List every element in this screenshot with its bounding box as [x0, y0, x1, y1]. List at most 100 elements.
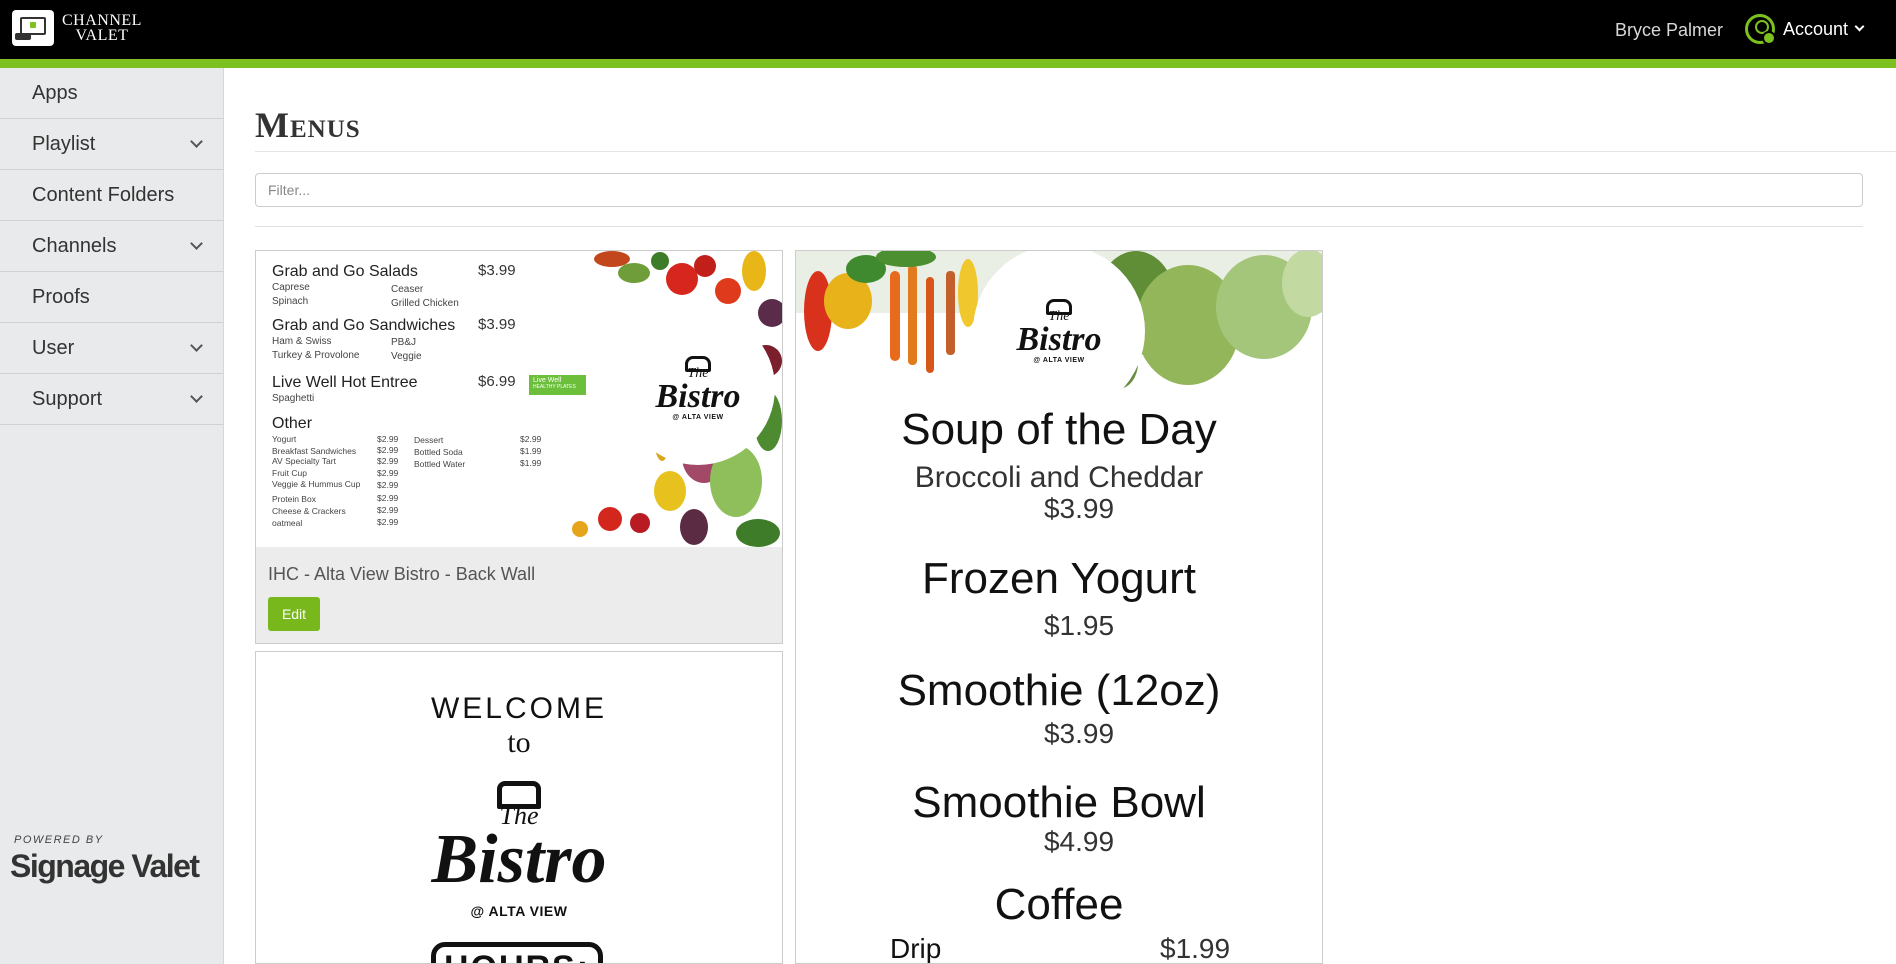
welcome-heading: WELCOME [430, 692, 607, 725]
menu-item: AV Specialty Tart [272, 456, 336, 466]
menu-item-price: $1.99 [1160, 933, 1231, 964]
menu-item-price: $3.99 [1043, 493, 1115, 524]
page-title: Menus [255, 105, 361, 145]
logo-icon [12, 10, 54, 46]
chevron-down-icon [190, 338, 203, 352]
menu-section-title: Live Well Hot Entree [272, 374, 418, 391]
edit-button[interactable]: Edit [268, 597, 320, 631]
sidebar-item-label: Content Folders [32, 183, 175, 206]
menu-item: Spaghetti [272, 393, 315, 404]
chevron-down-icon [190, 236, 203, 250]
menu-item-price: $2.99 [377, 517, 399, 527]
sidebar: Apps Playlist Content Folders Channels P… [0, 68, 224, 964]
chevron-down-icon [1854, 21, 1865, 32]
hours-heading: HOURS: [431, 942, 603, 963]
menu-item: Protein Box [272, 494, 316, 504]
sidebar-item-support[interactable]: Support [0, 374, 223, 425]
sidebar-item-channels[interactable]: Channels [0, 221, 223, 272]
chef-hat-icon [497, 781, 541, 809]
menu-item-price: $1.99 [520, 446, 542, 456]
menu-item: Turkey & Provolone [272, 350, 360, 361]
sidebar-item-label: Channels [32, 234, 117, 257]
divider [255, 226, 1863, 227]
menu-item: Veggie & Hummus Cup [272, 479, 361, 489]
header-accent-stripe [0, 59, 1896, 68]
menu-item-title: Frozen Yogurt [922, 554, 1196, 603]
menu-item-price: $2.99 [377, 456, 399, 466]
powered-by-label: POWERED BY [14, 834, 104, 846]
menu-item: Breakfast Sandwiches [272, 446, 357, 456]
menu-item: Grilled Chicken [391, 298, 459, 309]
menu-section-title: Grab and Go Sandwiches [272, 317, 456, 334]
sidebar-item-proofs[interactable]: Proofs [0, 272, 223, 323]
account-user-icon [1745, 14, 1776, 45]
menu-section-price: $3.99 [478, 262, 516, 279]
bistro-logo: The Bistro @ ALTA VIEW [399, 760, 639, 940]
menu-item: Ham & Swiss [272, 336, 332, 347]
menu-item-subtitle: Broccoli and Cheddar [914, 461, 1204, 494]
divider [255, 151, 1896, 152]
menu-item-price: $2.99 [377, 434, 399, 444]
channel-valet-logo[interactable]: CHANNEL VALET [12, 10, 142, 46]
menu-item-price: $1.99 [520, 458, 542, 468]
chevron-down-icon [190, 389, 203, 403]
account-menu-button[interactable]: Account [1745, 14, 1865, 45]
menu-item-title: Smoothie (12oz) [897, 666, 1221, 715]
menu-section-title: Other [272, 415, 313, 432]
account-label: Account [1783, 18, 1849, 39]
sidebar-item-label: Playlist [32, 132, 96, 155]
menu-item-price: $2.99 [377, 480, 399, 490]
menu-item-price: $4.99 [1043, 826, 1115, 857]
menu-item-title: Coffee [994, 880, 1124, 929]
chef-hat-icon [1046, 298, 1072, 315]
menu-item-title: Soup of the Day [901, 405, 1217, 454]
menu-preview-thumbnail[interactable]: The Bistro @ ALTA VIEW Grab and Go Salad… [256, 251, 782, 547]
menu-item-price: $1.95 [1043, 610, 1115, 641]
menu-preview-thumbnail[interactable]: The Bistro @ ALTA VIEW Soup of the Day B… [795, 250, 1323, 964]
menu-section-title: Grab and Go Salads [272, 263, 418, 280]
menu-item: Drip [890, 933, 942, 964]
menu-preview-thumbnail[interactable]: WELCOME to The Bistro @ ALTA VIEW HOURS: [255, 651, 783, 964]
logo-text: CHANNEL VALET [62, 12, 142, 44]
bistro-logo: The Bistro @ ALTA VIEW [621, 311, 775, 465]
menu-item: oatmeal [272, 518, 303, 528]
menu-item: Veggie [391, 351, 422, 362]
sidebar-item-apps[interactable]: Apps [0, 68, 223, 119]
menu-item: Cheese & Crackers [272, 506, 346, 516]
chef-hat-icon [685, 355, 711, 372]
user-name: Bryce Palmer [1615, 20, 1724, 40]
menu-item: Fruit Cup [272, 468, 307, 478]
menu-item: Yogurt [272, 434, 297, 444]
menu-item: Bottled Water [414, 459, 466, 469]
filter-input[interactable] [255, 173, 1863, 207]
menu-item-price: $2.99 [520, 434, 542, 444]
menu-item: Ceaser [391, 284, 424, 295]
menu-item-price: $3.99 [1043, 718, 1115, 749]
menu-item: PB&J [391, 337, 417, 348]
signage-valet-logo[interactable]: Signage Valet [10, 848, 200, 885]
sidebar-item-label: Support [32, 387, 103, 410]
sidebar-item-playlist[interactable]: Playlist [0, 119, 223, 170]
chevron-down-icon [190, 134, 203, 148]
menu-item: Bottled Soda [414, 447, 463, 457]
menu-card: The Bistro @ ALTA VIEW Grab and Go Salad… [255, 250, 783, 644]
live-well-badge: Live Well HEALTHY PLATES [529, 375, 586, 395]
menu-item-price: $2.99 [377, 493, 399, 503]
sidebar-item-user[interactable]: User [0, 323, 223, 374]
sidebar-item-label: Proofs [32, 285, 90, 308]
menu-card-title: IHC - Alta View Bistro - Back Wall [268, 564, 536, 584]
sidebar-item-content-folders[interactable]: Content Folders [0, 170, 223, 221]
menu-item: Spinach [272, 296, 309, 307]
menu-item-price: $2.99 [377, 505, 399, 515]
menu-section-price: $6.99 [478, 373, 516, 390]
menu-item-price: $2.99 [377, 445, 399, 455]
sidebar-item-label: Apps [32, 81, 78, 104]
bistro-logo: The Bistro @ ALTA VIEW [973, 251, 1145, 417]
menu-item-title: Smoothie Bowl [912, 778, 1206, 827]
welcome-to: to [507, 726, 531, 759]
top-bar: CHANNEL VALET Bryce Palmer Account [0, 0, 1896, 59]
menu-item: Dessert [414, 435, 444, 445]
sidebar-item-label: User [32, 336, 75, 359]
menu-section-price: $3.99 [478, 316, 516, 333]
menu-item: Caprese [272, 282, 310, 293]
